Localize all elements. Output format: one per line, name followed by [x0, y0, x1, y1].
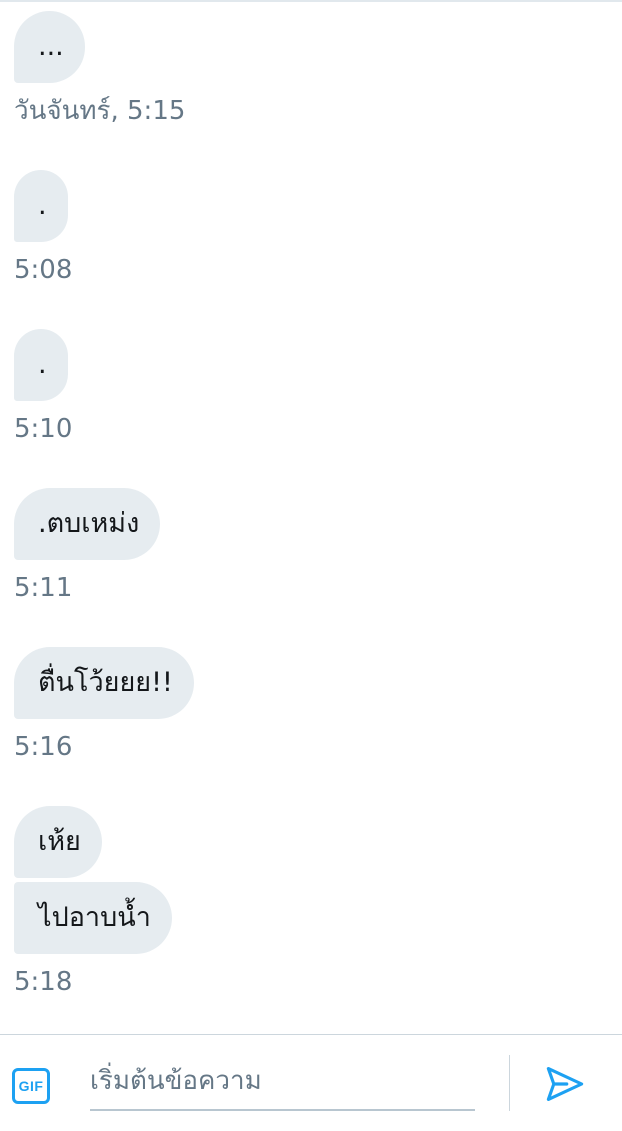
message-timestamp: 5:18: [14, 967, 73, 997]
message-bubble[interactable]: ...: [14, 11, 85, 83]
message-input-wrapper[interactable]: [90, 1051, 475, 1111]
send-button[interactable]: [540, 1059, 590, 1109]
message-group: . 5:10: [14, 329, 72, 446]
gif-button[interactable]: GIF: [12, 1068, 50, 1104]
message-group: . 5:08: [14, 170, 72, 287]
message-timestamp: วันจันทร์, 5:15: [14, 96, 186, 126]
message-group: ตื่นโว้ยยย!! 5:16: [14, 647, 194, 764]
send-icon: [546, 1067, 584, 1101]
message-bubble[interactable]: .ตบเหม่ง: [14, 488, 161, 560]
message-timestamp: 5:08: [14, 255, 73, 285]
message-bubble[interactable]: ไปอาบน้ำ: [14, 882, 172, 954]
message-bubble[interactable]: .: [14, 170, 68, 242]
message-bubble[interactable]: ตื่นโว้ยยย!!: [14, 647, 194, 719]
message-group: .ตบเหม่ง 5:11: [14, 488, 161, 605]
message-bubble[interactable]: .: [14, 329, 68, 401]
message-group: เห้ย ไปอาบน้ำ 5:18: [14, 806, 172, 999]
message-input[interactable]: [90, 1059, 475, 1103]
message-group: ... วันจันทร์, 5:15: [14, 11, 185, 128]
message-timestamp: 5:10: [14, 414, 73, 444]
message-timestamp: 5:16: [14, 732, 73, 762]
message-timestamp: 5:11: [14, 573, 73, 603]
message-thread[interactable]: ... วันจันทร์, 5:15 . 5:08 . 5:10 .ตบเหม…: [0, 0, 622, 1034]
message-composer: GIF: [0, 1034, 622, 1131]
composer-divider: [509, 1055, 510, 1111]
message-bubble[interactable]: เห้ย: [14, 806, 102, 878]
gif-label: GIF: [18, 1078, 44, 1094]
